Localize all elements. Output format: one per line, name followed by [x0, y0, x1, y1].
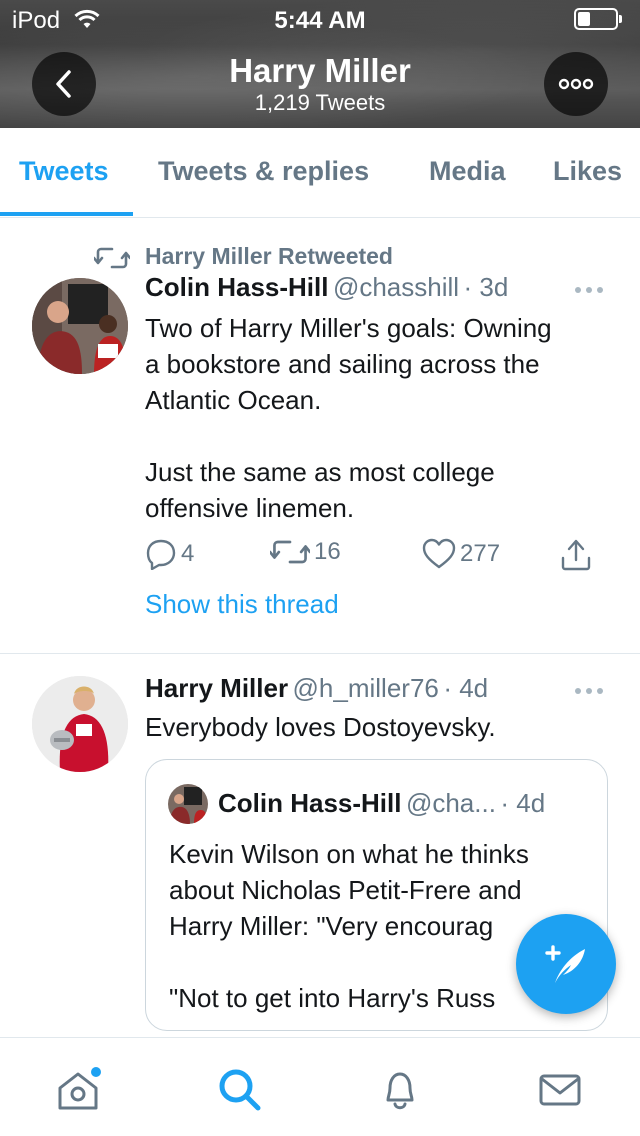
- tweet-options-icon[interactable]: [574, 687, 604, 695]
- quoted-avatar-photo: [168, 784, 208, 824]
- retweet-count: 16: [314, 538, 341, 565]
- like-button[interactable]: 277: [422, 538, 500, 570]
- share-button[interactable]: [560, 538, 592, 572]
- tweet-age: · 4d: [443, 673, 489, 703]
- avatar[interactable]: [32, 676, 128, 772]
- retweet-button[interactable]: 16: [270, 538, 341, 566]
- reply-count: 4: [181, 540, 195, 567]
- tweet-text-line: a bookstore and sailing across the: [145, 349, 540, 379]
- tweet-count: 1,219 Tweets: [254, 90, 386, 115]
- quoted-text-line: Kevin Wilson on what he thinks: [169, 839, 529, 869]
- tweet-text-line: Just the same as most college: [145, 457, 495, 487]
- tab-likes[interactable]: Likes: [553, 156, 622, 187]
- avatar[interactable]: [32, 278, 128, 374]
- tweet-text-line: Atlantic Ocean.: [145, 385, 322, 415]
- show-thread-link[interactable]: Show this thread: [145, 589, 339, 620]
- tweet-text-line: offensive linemen.: [145, 493, 355, 523]
- status-bar: iPod 5:44 AM: [0, 0, 640, 40]
- more-options-button[interactable]: [544, 52, 608, 116]
- retweet-icon: [94, 247, 130, 269]
- active-tab-indicator: [0, 212, 133, 216]
- bell-icon[interactable]: [376, 1066, 424, 1114]
- reply-button[interactable]: 4: [145, 538, 194, 570]
- quoted-author-handle: @cha...: [405, 788, 496, 818]
- quoted-author-name: Colin Hass-Hill: [218, 788, 402, 818]
- tweet-author-handle[interactable]: @chasshill: [333, 272, 459, 302]
- clock: 5:44 AM: [274, 7, 366, 34]
- more-horizontal-icon: [558, 78, 594, 90]
- tweet-divider: [0, 653, 640, 654]
- profile-tabs: Tweets Tweets & replies Media Likes: [0, 128, 640, 218]
- avatar-photo: [32, 278, 128, 374]
- tweet-age: · 3d: [463, 272, 509, 302]
- profile-header: iPod 5:44 AM Harry Miller 1,219 Tweets: [0, 0, 640, 128]
- tweet-author-line: Colin Hass-Hill @chasshill · 3d: [145, 272, 508, 303]
- like-count: 277: [460, 540, 501, 567]
- home-icon[interactable]: [54, 1066, 102, 1114]
- mail-icon[interactable]: [536, 1066, 584, 1114]
- tab-media[interactable]: Media: [429, 156, 506, 187]
- reply-icon: [146, 539, 176, 570]
- tweet-text-spacer: [145, 418, 605, 454]
- share-icon: [561, 539, 591, 571]
- tab-tweets[interactable]: Tweets: [19, 156, 109, 187]
- quoted-avatar: [168, 784, 208, 824]
- tweet-author-line: Harry Miller @h_miller76 · 4d: [145, 673, 488, 704]
- compose-feather-icon: [545, 945, 585, 983]
- tweet-text: Everybody loves Dostoyevsky.: [145, 712, 496, 742]
- quoted-text-line: about Nicholas Petit-Frere and: [169, 875, 522, 905]
- search-icon[interactable]: [216, 1066, 264, 1114]
- tweet-text-line: Two of Harry Miller's goals: Owning: [145, 313, 552, 343]
- tweet-author-name[interactable]: Harry Miller: [145, 673, 288, 703]
- tweet-author-handle[interactable]: @h_miller76: [293, 673, 439, 703]
- tweet-options-icon[interactable]: [574, 286, 604, 294]
- tweet-author-name[interactable]: Colin Hass-Hill: [145, 272, 328, 302]
- tweet-text: Two of Harry Miller's goals: Owning a bo…: [145, 310, 605, 526]
- retweet-icon: [270, 540, 310, 564]
- quoted-tweet-age: · 4d: [500, 788, 546, 818]
- heart-icon: [422, 538, 456, 569]
- avatar-photo: [32, 676, 128, 772]
- tab-tweets-replies[interactable]: Tweets & replies: [158, 156, 369, 187]
- retweet-label: Harry Miller Retweeted: [145, 243, 393, 269]
- compose-tweet-button[interactable]: [516, 914, 616, 1014]
- battery-icon: [574, 8, 622, 30]
- bottom-nav: [0, 1037, 640, 1136]
- quoted-author-line: Colin Hass-Hill @cha... · 4d: [218, 788, 545, 819]
